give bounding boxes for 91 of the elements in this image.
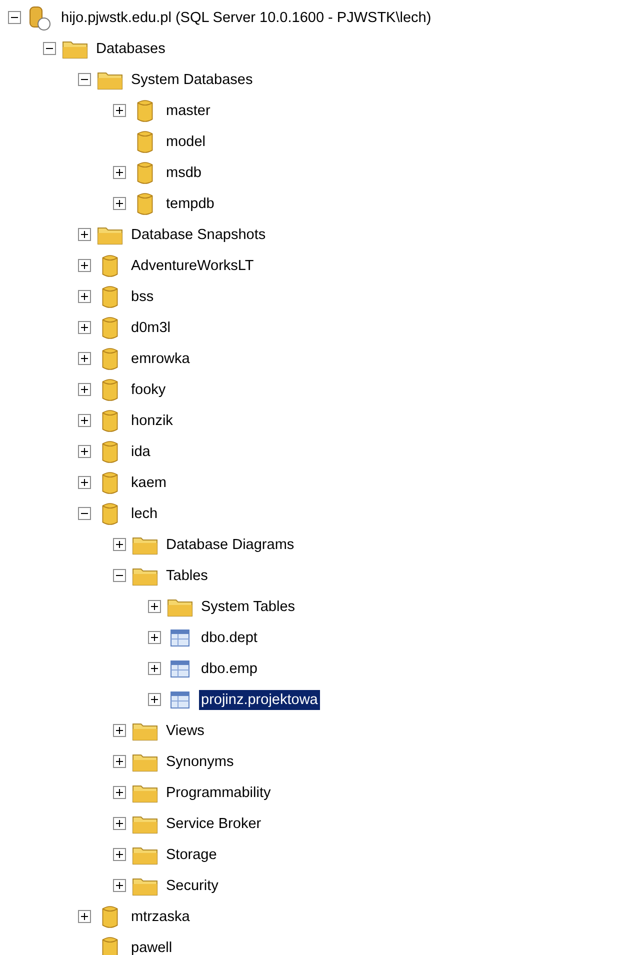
database-icon	[100, 470, 120, 496]
expand-toggle-icon[interactable]	[113, 724, 126, 737]
tree-item[interactable]: d0m3l	[129, 318, 172, 338]
tree-item[interactable]: honzik	[129, 410, 175, 430]
tree-item[interactable]: Security	[164, 876, 220, 896]
tree-item[interactable]: bss	[129, 286, 156, 306]
folder-icon	[132, 814, 158, 834]
expand-toggle-icon[interactable]	[78, 445, 91, 458]
expand-toggle-icon[interactable]	[113, 817, 126, 830]
tree-item[interactable]: projinz.projektowa	[199, 690, 320, 710]
folder-icon	[97, 224, 123, 244]
collapse-toggle-icon[interactable]	[43, 42, 56, 55]
database-icon	[100, 500, 120, 526]
expand-toggle-icon[interactable]	[148, 693, 161, 706]
expand-toggle-icon[interactable]	[113, 786, 126, 799]
tree-item[interactable]: tempdb	[164, 194, 216, 214]
tree-item[interactable]: Storage	[164, 844, 219, 864]
tree-item[interactable]: Database Snapshots	[129, 224, 268, 244]
expand-toggle-icon[interactable]	[113, 755, 126, 768]
tree-item[interactable]: Databases	[94, 38, 168, 58]
tree-item[interactable]: dbo.dept	[199, 628, 260, 648]
folder-icon	[62, 38, 88, 58]
database-icon	[100, 314, 120, 340]
database-icon	[100, 408, 120, 434]
expand-toggle-icon[interactable]	[113, 104, 126, 117]
tree-item[interactable]: emrowka	[129, 348, 192, 368]
database-icon	[100, 438, 120, 464]
tree-item[interactable]: Service Broker	[164, 814, 264, 834]
tree-item[interactable]: hijo.pjwstk.edu.pl (SQL Server 10.0.1600 - PJWSTK\lech)	[59, 8, 434, 28]
expand-toggle-icon[interactable]	[113, 848, 126, 861]
collapse-toggle-icon[interactable]	[8, 11, 21, 24]
tree-item[interactable]: Database Diagrams	[164, 534, 296, 554]
database-icon	[135, 98, 155, 124]
tree-item[interactable]: pawell	[129, 938, 174, 955]
tree-item[interactable]: System Tables	[199, 596, 298, 616]
tree-item[interactable]: msdb	[164, 162, 204, 182]
expand-toggle-icon[interactable]	[78, 383, 91, 396]
tree-item[interactable]: fooky	[129, 380, 168, 400]
database-icon	[100, 904, 120, 930]
tree-item[interactable]: model	[164, 132, 208, 152]
database-icon	[100, 284, 120, 310]
server-icon	[28, 4, 52, 30]
tree-item[interactable]: Synonyms	[164, 752, 236, 772]
tree-item[interactable]: kaem	[129, 472, 168, 492]
expand-toggle-icon[interactable]	[148, 600, 161, 613]
database-icon	[135, 160, 155, 186]
expand-toggle-icon[interactable]	[78, 290, 91, 303]
tree-item[interactable]: mtrzaska	[129, 906, 192, 926]
tree-item[interactable]: master	[164, 100, 212, 120]
database-icon	[100, 376, 120, 402]
database-icon	[135, 128, 155, 154]
tree-item[interactable]: AdventureWorksLT	[129, 256, 256, 276]
collapse-toggle-icon[interactable]	[78, 73, 91, 86]
folder-icon	[97, 70, 123, 90]
expand-toggle-icon[interactable]	[78, 321, 91, 334]
database-icon	[100, 934, 120, 955]
tree-item[interactable]: System Databases	[129, 70, 255, 90]
database-icon	[100, 252, 120, 278]
expand-toggle-icon[interactable]	[78, 476, 91, 489]
tree-item[interactable]: lech	[129, 504, 160, 524]
folder-icon	[132, 534, 158, 554]
expand-toggle-icon[interactable]	[78, 228, 91, 241]
expand-toggle-icon[interactable]	[148, 631, 161, 644]
expand-toggle-icon[interactable]	[113, 879, 126, 892]
expand-toggle-icon[interactable]	[113, 166, 126, 179]
expand-toggle-icon[interactable]	[78, 352, 91, 365]
folder-icon	[132, 752, 158, 772]
collapse-toggle-icon[interactable]	[113, 569, 126, 582]
tree-item[interactable]: dbo.emp	[199, 658, 260, 678]
table-icon	[170, 690, 190, 708]
expand-toggle-icon[interactable]	[78, 259, 91, 272]
table-icon	[170, 628, 190, 646]
expand-toggle-icon[interactable]	[78, 414, 91, 427]
expand-toggle-icon[interactable]	[113, 197, 126, 210]
collapse-toggle-icon[interactable]	[78, 507, 91, 520]
table-icon	[170, 660, 190, 678]
tree-item[interactable]: ida	[129, 442, 152, 462]
folder-icon	[132, 876, 158, 896]
database-icon	[100, 346, 120, 372]
folder-icon	[132, 782, 158, 802]
expand-toggle-icon[interactable]	[78, 910, 91, 923]
folder-icon	[132, 566, 158, 586]
database-icon	[135, 190, 155, 216]
tree-item[interactable]: Programmability	[164, 782, 273, 802]
tree-item[interactable]: Views	[164, 720, 206, 740]
folder-icon	[132, 844, 158, 864]
expand-toggle-icon[interactable]	[148, 662, 161, 675]
expand-toggle-icon[interactable]	[113, 538, 126, 551]
folder-icon	[167, 596, 193, 616]
tree-item[interactable]: Tables	[164, 566, 210, 586]
folder-icon	[132, 720, 158, 740]
